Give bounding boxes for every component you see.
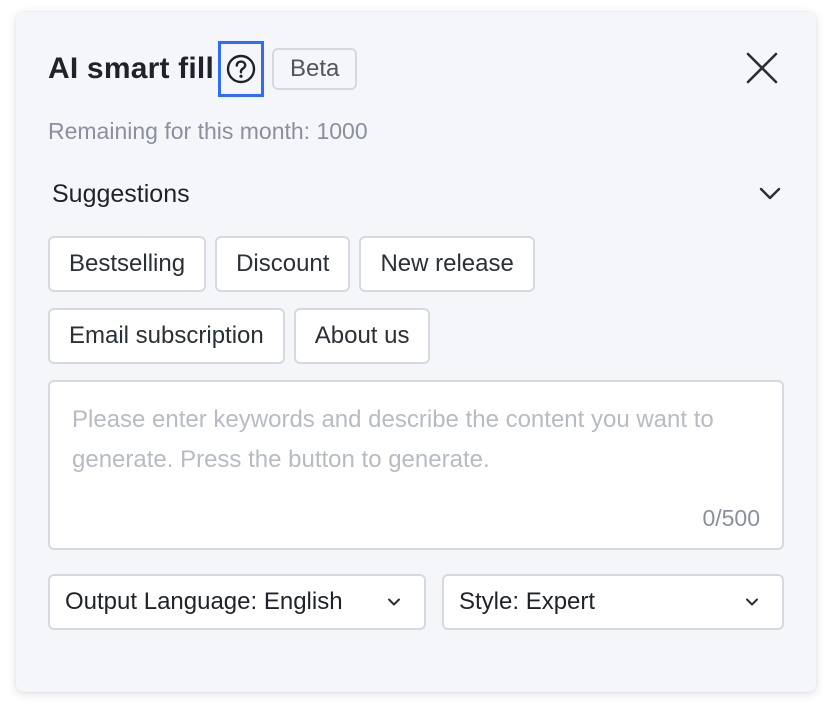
chip-about-us[interactable]: About us [293,308,431,364]
output-language-select[interactable]: Output Language: English [48,574,426,630]
suggestions-toggle[interactable]: Suggestions [52,174,782,214]
suggestions-title: Suggestions [52,179,190,208]
output-language-value: Output Language: English [65,588,343,615]
chip-new-release[interactable]: New release [359,236,535,292]
beta-badge: Beta [271,48,358,90]
close-icon [746,52,778,84]
prompt-placeholder: Please enter keywords and describe the c… [72,406,714,473]
suggestion-chips: Bestselling Discount New release Email s… [48,236,788,380]
chip-discount[interactable]: Discount [215,236,351,292]
chip-email-subscription[interactable]: Email subscription [48,308,285,364]
ai-smart-fill-panel: AI smart fill Beta Remaining for this mo… [16,12,816,692]
panel-header: AI smart fill Beta [48,41,358,97]
chevron-down-icon [388,598,400,606]
style-value: Style: Expert [459,588,596,615]
chip-row: Email subscription About us [48,308,788,364]
chevron-down-icon [746,598,758,606]
chip-bestselling[interactable]: Bestselling [48,236,207,292]
chip-row: Bestselling Discount New release [48,236,788,292]
remaining-quota: Remaining for this month: 1000 [48,118,368,144]
panel-title: AI smart fill [48,52,214,85]
character-counter: 0/500 [702,505,760,531]
style-select[interactable]: Style: Expert [442,574,784,630]
chevron-down-icon [759,187,781,200]
prompt-textarea[interactable]: Please enter keywords and describe the c… [48,380,784,550]
close-button[interactable] [744,50,780,86]
help-button[interactable] [217,41,264,97]
question-circle-icon [226,54,256,84]
